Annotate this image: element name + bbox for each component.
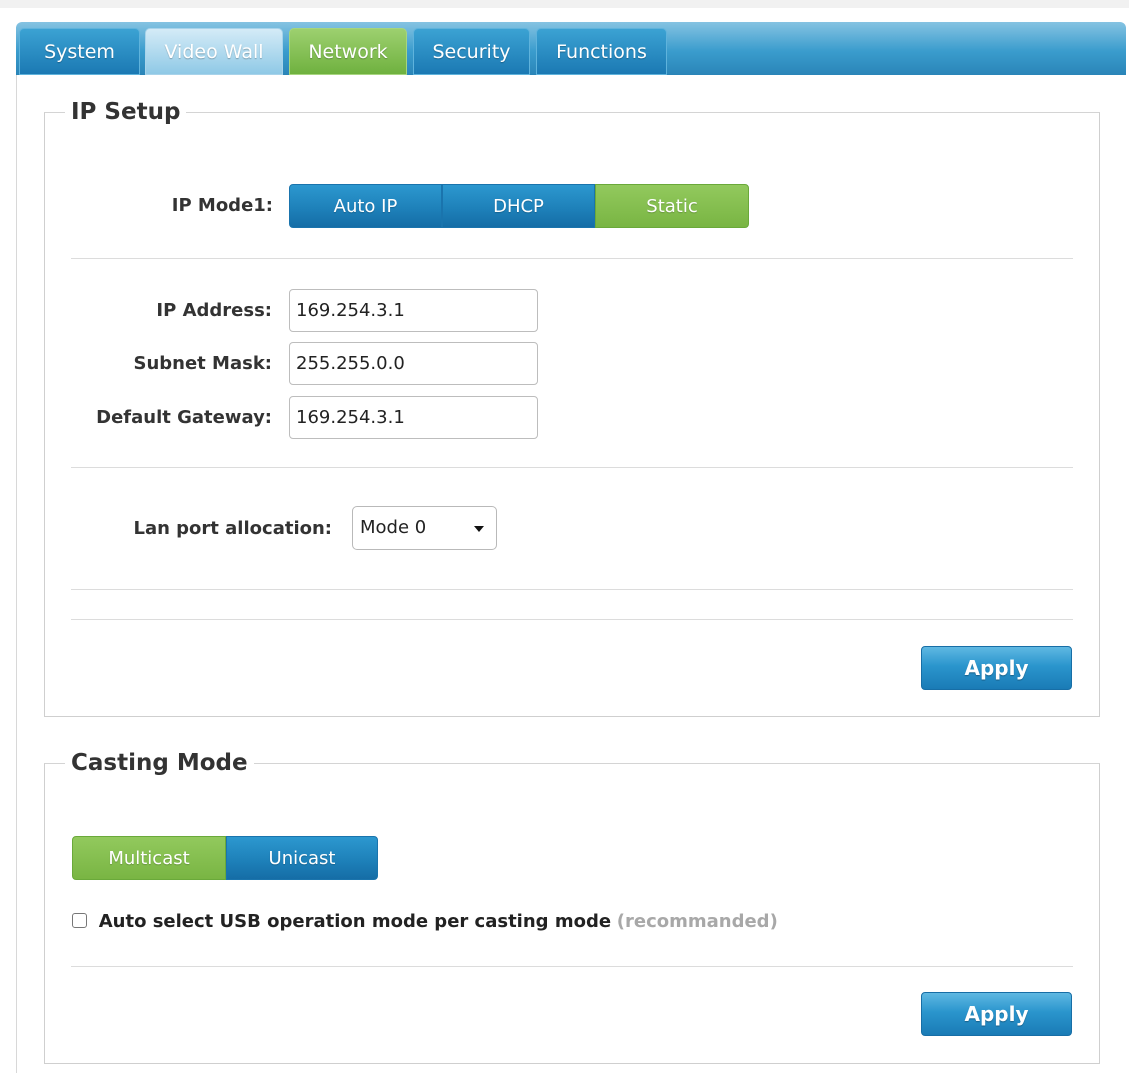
ip-mode-dhcp-button[interactable]: DHCP [442,184,595,228]
divider [71,619,1073,620]
divider [71,467,1073,468]
divider [71,258,1073,259]
divider [71,966,1073,967]
casting-unicast-button[interactable]: Unicast [226,836,378,880]
default-gateway-input[interactable] [289,396,538,439]
ip-mode-label: IP Mode1: [171,195,273,216]
subnet-mask-input[interactable] [289,342,538,385]
chevron-down-icon [474,526,484,532]
ip-setup-apply-button[interactable]: Apply [921,646,1072,690]
tab-system[interactable]: System [19,28,140,75]
lan-port-allocation-label: Lan port allocation: [133,518,332,539]
divider [71,589,1073,590]
tab-security[interactable]: Security [413,28,530,75]
lan-port-allocation-select[interactable]: Mode 0 [352,506,497,550]
subnet-mask-label: Subnet Mask: [133,353,273,374]
ip-address-label: IP Address: [156,300,272,321]
casting-apply-button[interactable]: Apply [921,992,1072,1036]
ip-mode-static-button[interactable]: Static [595,184,749,228]
casting-multicast-button[interactable]: Multicast [72,836,226,880]
ip-address-input[interactable] [289,289,538,332]
ip-mode-auto-ip-button[interactable]: Auto IP [289,184,442,228]
page-left-border [16,74,17,1073]
tab-functions[interactable]: Functions [536,28,667,75]
ip-setup-legend: IP Setup [65,97,187,127]
casting-mode-legend: Casting Mode [65,748,254,778]
tab-network[interactable]: Network [289,28,407,75]
ip-setup-section: IP Setup IP Mode1: Auto IP DHCP Static I… [44,97,1100,717]
usb-auto-select-row: Auto select USB operation mode per casti… [72,910,778,934]
usb-auto-select-checkbox[interactable] [72,913,87,928]
lan-port-allocation-value: Mode 0 [360,517,427,538]
top-strip [0,0,1129,8]
tab-bar: System Video Wall Network Security Funct… [16,22,1126,75]
tab-video-wall[interactable]: Video Wall [145,28,283,75]
usb-auto-select-label: Auto select USB operation mode per casti… [98,911,612,932]
usb-auto-select-hint: (recommanded) [616,911,778,932]
default-gateway-label: Default Gateway: [96,407,272,428]
